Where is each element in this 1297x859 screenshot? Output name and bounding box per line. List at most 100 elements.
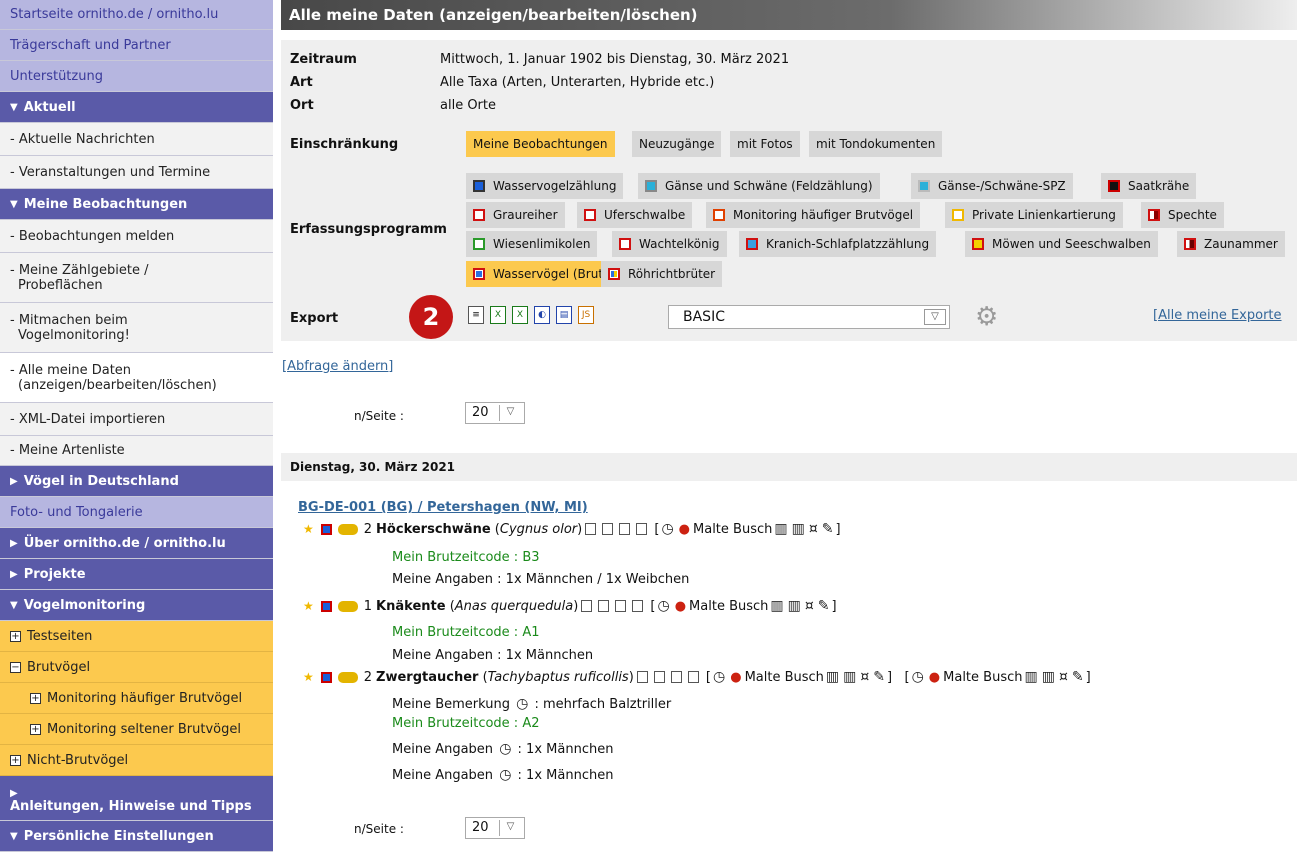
trash-edit-icon[interactable]: ▥ (843, 669, 856, 685)
program-moewen[interactable]: Möwen und Seeschwalben (965, 231, 1158, 257)
per-page-select[interactable]: 20 ▽ (465, 402, 525, 424)
details-icon[interactable] (585, 523, 597, 535)
sidebar-item-home[interactable]: Startseite ornitho.de / ornitho.lu (0, 0, 273, 30)
info-icon[interactable] (687, 671, 699, 683)
sidebar-item-species-list[interactable]: - Meine Artenliste (0, 436, 273, 466)
sidebar-item-news[interactable]: - Aktuelle Nachrichten (0, 123, 273, 156)
info-icon[interactable] (632, 600, 644, 612)
sidebar-item-support[interactable]: Unterstützung (0, 61, 273, 92)
chart-icon[interactable] (615, 600, 627, 612)
program-mhb[interactable]: Monitoring häufiger Brutvögel (706, 202, 921, 228)
filter-my-observations[interactable]: Meine Beobachtungen (466, 131, 615, 157)
program-kranich[interactable]: Kranich-Schlafplatzzählung (739, 231, 937, 257)
program-wachtelkoenig[interactable]: Wachtelkönig (612, 231, 727, 257)
filter-with-audio[interactable]: mit Tondokumenten (809, 131, 943, 157)
program-spechte[interactable]: Spechte (1141, 202, 1224, 228)
sidebar-item-report[interactable]: - Beobachtungen melden (0, 220, 273, 253)
sidebar-section-monitoring[interactable]: ▼ Vogelmonitoring (0, 590, 273, 621)
map-pin-icon[interactable]: ● (675, 599, 686, 614)
species-name[interactable]: Knäkente (376, 599, 446, 614)
sidebar-item-breeding-birds[interactable]: − Brutvögel (0, 652, 273, 683)
trash-icon[interactable]: ▥ (770, 598, 783, 614)
per-page-select[interactable]: 20 ▽ (465, 817, 525, 839)
trash-icon[interactable]: ▥ (774, 521, 787, 537)
export-format-select[interactable]: BASIC ▽ (668, 305, 950, 329)
edit-icon[interactable]: ✎ (822, 521, 834, 537)
species-name[interactable]: Zwergtaucher (376, 670, 478, 685)
map-pin-icon[interactable]: ● (730, 670, 741, 685)
sidebar-section-birds-germany[interactable]: ▶ Vögel in Deutschland (0, 466, 273, 497)
sidebar-item-non-breeding[interactable]: + Nicht-Brutvögel (0, 745, 273, 776)
program-wasservoegel-brut[interactable]: Wasservögel (Brut) (466, 261, 615, 287)
map-pin-icon[interactable]: ● (929, 670, 940, 685)
sidebar-section-about[interactable]: ▶ Über ornitho.de / ornitho.lu (0, 528, 273, 559)
excel-export-icon[interactable]: X (490, 306, 506, 324)
program-gaense-spz[interactable]: Gänse-/Schwäne-SPZ (911, 173, 1073, 199)
filter-with-photos[interactable]: mit Fotos (730, 131, 800, 157)
share-icon[interactable]: ¤ (1059, 669, 1068, 685)
sidebar-item-partners[interactable]: Trägerschaft und Partner (0, 30, 273, 61)
bird-icon[interactable] (602, 523, 614, 535)
chart-icon[interactable] (619, 523, 631, 535)
sidebar-section-my-observations[interactable]: ▼ Meine Beobachtungen (0, 189, 273, 220)
sidebar-section-guides[interactable]: ▶ Anleitungen, Hinweise und Tipps (0, 776, 273, 821)
sidebar-item-all-my-data[interactable]: - Alle meine Daten (anzeigen/bearbeiten/l… (0, 353, 273, 403)
json-export-icon[interactable]: JS (578, 306, 594, 324)
sidebar-section-settings[interactable]: ▼ Persönliche Einstellungen (0, 821, 273, 852)
xml-export-icon[interactable]: ▤ (556, 306, 572, 324)
edit-icon[interactable]: ✎ (873, 669, 885, 685)
sidebar-section-aktuell[interactable]: ▼ Aktuell (0, 92, 273, 123)
trash-edit-icon[interactable]: ▥ (1042, 669, 1055, 685)
observation-row[interactable]: ★ 2 Höckerschwäne (Cygnus olor) [ ◷ ● Mal… (303, 521, 841, 537)
share-icon[interactable]: ¤ (809, 521, 818, 537)
excel-xml-export-icon[interactable]: X (512, 306, 528, 324)
edit-icon[interactable]: ✎ (1072, 669, 1084, 685)
chart-icon[interactable] (670, 671, 682, 683)
sidebar-item-join-monitoring[interactable]: - Mitmachen beim Vogelmonitoring! (0, 303, 273, 353)
program-roehrichtbrueter[interactable]: Röhrichtbrüter (601, 261, 723, 287)
sidebar-item-rare-breeding[interactable]: + Monitoring seltener Brutvögel (0, 714, 273, 745)
txt-export-icon[interactable]: ≡ (468, 306, 484, 324)
bird-icon[interactable] (598, 600, 610, 612)
kml-export-icon[interactable]: ◐ (534, 306, 550, 324)
sidebar-item-count-areas[interactable]: - Meine Zählgebiete / Probeflächen (0, 253, 273, 303)
trash-edit-icon[interactable]: ▥ (792, 521, 805, 537)
observation-row[interactable]: ★ 1 Knäkente (Anas querquedula) [ ◷ ● Mal… (303, 598, 837, 614)
chevron-down-icon: ▼ (10, 101, 18, 113)
info-icon[interactable] (636, 523, 648, 535)
chevron-right-icon: ▶ (10, 537, 18, 549)
program-gaense-feldzaehlung[interactable]: Gänse und Schwäne (Feldzählung) (638, 173, 880, 199)
trash-edit-icon[interactable]: ▥ (788, 598, 801, 614)
sidebar-item-events[interactable]: - Veranstaltungen und Termine (0, 156, 273, 189)
sidebar-section-projects[interactable]: ▶ Projekte (0, 559, 273, 590)
program-uferschwalbe[interactable]: Uferschwalbe (577, 202, 693, 228)
map-pin-icon[interactable]: ● (679, 522, 690, 537)
share-icon[interactable]: ¤ (805, 598, 814, 614)
details-icon[interactable] (636, 671, 648, 683)
location-link[interactable]: BG-DE-001 (BG) / Petershagen (NW, MI) (298, 500, 588, 515)
sidebar-item-test-pages[interactable]: + Testseiten (0, 621, 273, 652)
trash-icon[interactable]: ▥ (1024, 669, 1037, 685)
species-name[interactable]: Höckerschwäne (376, 522, 491, 537)
details-icon[interactable] (581, 600, 593, 612)
share-icon[interactable]: ¤ (860, 669, 869, 685)
program-wasservogelzaehlung[interactable]: Wasservogelzählung (466, 173, 624, 199)
sidebar-item-common-breeding[interactable]: + Monitoring häufiger Brutvögel (0, 683, 273, 714)
program-saatkraehe[interactable]: Saatkrähe (1101, 173, 1197, 199)
program-graureiher[interactable]: Graureiher (466, 202, 565, 228)
change-query-link[interactable]: [Abfrage ändern] (282, 359, 393, 374)
edit-icon[interactable]: ✎ (818, 598, 830, 614)
gear-icon[interactable]: ⚙ (975, 304, 998, 330)
observation-row[interactable]: ★ 2 Zwergtaucher (Tachybaptus ruficollis… (303, 669, 1091, 685)
bird-icon[interactable] (653, 671, 665, 683)
all-exports-link[interactable]: [Alle meine Exporte (1153, 308, 1282, 323)
program-color-icon (584, 209, 596, 221)
observer-name: Malte Busch (943, 669, 1023, 685)
sidebar-item-gallery[interactable]: Foto- und Tongalerie (0, 497, 273, 528)
trash-icon[interactable]: ▥ (826, 669, 839, 685)
sidebar-item-xml-import[interactable]: - XML-Datei importieren (0, 403, 273, 436)
program-linienkartierung[interactable]: Private Linienkartierung (945, 202, 1123, 228)
filter-new[interactable]: Neuzugänge (632, 131, 722, 157)
program-wiesenlimikolen[interactable]: Wiesenlimikolen (466, 231, 598, 257)
program-zaunammer[interactable]: Zaunammer (1177, 231, 1285, 257)
